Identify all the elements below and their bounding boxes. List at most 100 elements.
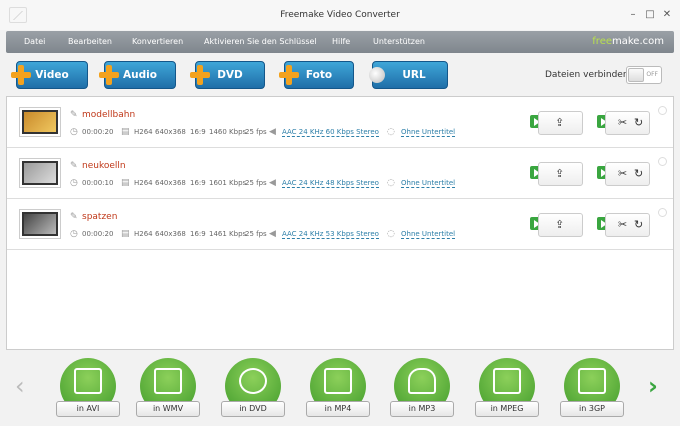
video-thumbnail [20, 159, 60, 187]
speaker-icon: ◀ [269, 127, 276, 137]
rotate-icon: ↻ [634, 218, 644, 231]
clock-icon: ◷ [70, 229, 78, 239]
video-bitrate: 1461 Kbps [209, 230, 247, 238]
menu-konvertieren[interactable]: Konvertieren [132, 37, 183, 46]
remove-row-icon[interactable] [658, 208, 667, 217]
tv-icon [493, 368, 521, 394]
pencil-icon[interactable]: ✎ [70, 212, 78, 222]
file-name[interactable]: spatzen [82, 212, 117, 222]
subtitle-icon: ◌ [387, 229, 395, 239]
file-row[interactable]: ✎ modellbahn ◷ 00:00:20 ▤ H264 640x368 1… [7, 97, 673, 148]
clock-icon: ◷ [70, 178, 78, 188]
brand-link[interactable]: freemake.com [592, 36, 664, 47]
video-thumbnail [20, 108, 60, 136]
film-icon: ▤ [121, 178, 130, 188]
subtitle-link[interactable]: Ohne Untertitel [401, 128, 456, 137]
scissors-icon: ✂ [618, 218, 628, 231]
maximize-button[interactable]: □ [643, 9, 657, 21]
file-row[interactable]: ✎ neukoelln ◷ 00:00:10 ▤ H264 640x368 16… [7, 148, 673, 199]
file-duration: 00:00:20 [82, 128, 114, 136]
video-fps: 25 fps [245, 128, 267, 136]
add-dvd-button[interactable]: DVD [190, 61, 265, 89]
scissors-icon: ✂ [618, 116, 628, 129]
video-bitrate: 1601 Kbps [209, 179, 247, 187]
add-foto-button[interactable]: Foto [279, 61, 354, 89]
video-fps: 25 fps [245, 179, 267, 187]
clock-icon: ◷ [70, 127, 78, 137]
remove-row-icon[interactable] [658, 106, 667, 115]
file-name[interactable]: neukoelln [82, 161, 126, 171]
toggle-state: OFF [646, 71, 658, 78]
video-fps: 25 fps [245, 230, 267, 238]
scroll-left-arrow-icon[interactable]: ‹ [15, 372, 25, 400]
format-3gp-button[interactable]: in 3GP [560, 358, 624, 417]
globe-icon [369, 67, 385, 83]
earphones-icon [408, 368, 436, 394]
audio-track-link[interactable]: AAC 24 KHz 48 Kbps Stereo [282, 179, 379, 188]
plus-icon [190, 65, 210, 85]
menu-unterstuetzen[interactable]: Unterstützen [373, 37, 425, 46]
scissors-icon: ✂ [618, 167, 628, 180]
menu-datei[interactable]: Datei [24, 37, 45, 46]
video-aspect: 16:9 [190, 179, 206, 187]
menu-hilfe[interactable]: Hilfe [332, 37, 350, 46]
edit-button[interactable]: ✂ ↻ [605, 111, 650, 135]
edit-button[interactable]: ✂ ↻ [605, 213, 650, 237]
film-icon: ▤ [121, 127, 130, 137]
add-audio-button[interactable]: Audio [99, 61, 176, 89]
format-avi-button[interactable]: in AVI [56, 358, 120, 417]
menu-bar: Datei Bearbeiten Konvertieren Aktivieren… [6, 31, 674, 53]
pencil-icon[interactable]: ✎ [70, 110, 78, 120]
audio-track-link[interactable]: AAC 24 KHz 60 Kbps Stereo [282, 128, 379, 137]
subtitle-link[interactable]: Ohne Untertitel [401, 179, 456, 188]
edit-button[interactable]: ✂ ↻ [605, 162, 650, 186]
format-mpeg-button[interactable]: in MPEG [475, 358, 539, 417]
file-duration: 00:00:10 [82, 179, 114, 187]
upload-button[interactable]: ⇪ [538, 111, 583, 135]
video-aspect: 16:9 [190, 230, 206, 238]
video-codec: H264 [134, 230, 153, 238]
remove-row-icon[interactable] [658, 157, 667, 166]
file-name[interactable]: modellbahn [82, 110, 135, 120]
add-url-button[interactable]: URL einfügen [369, 61, 448, 107]
video-aspect: 16:9 [190, 128, 206, 136]
join-files-label: Dateien verbinden [545, 70, 629, 80]
add-video-button[interactable]: Video [11, 61, 88, 89]
join-files-toggle[interactable]: OFF [626, 66, 662, 84]
audio-track-link[interactable]: AAC 24 KHz 53 Kbps Stereo [282, 230, 379, 239]
upload-icon: ⇪ [555, 116, 565, 129]
format-mp3-button[interactable]: in MP3 [390, 358, 454, 417]
video-player-icon [324, 368, 352, 394]
rotate-icon: ↻ [634, 167, 644, 180]
menu-bearbeiten[interactable]: Bearbeiten [68, 37, 112, 46]
upload-button[interactable]: ⇪ [538, 213, 583, 237]
upload-button[interactable]: ⇪ [538, 162, 583, 186]
menu-aktivieren[interactable]: Aktivieren Sie den Schlüssel [204, 37, 317, 46]
video-resolution: 640x368 [155, 179, 186, 187]
format-mp4-button[interactable]: in MP4 [306, 358, 370, 417]
format-bar: ‹ in AVI in WMV in DVD in MP4 in MP3 in … [0, 352, 680, 426]
clapper-icon [74, 368, 102, 394]
pencil-icon[interactable]: ✎ [70, 161, 78, 171]
rotate-icon: ↻ [634, 116, 644, 129]
subtitle-icon: ◌ [387, 127, 395, 137]
subtitle-icon: ◌ [387, 178, 395, 188]
file-duration: 00:00:20 [82, 230, 114, 238]
video-thumbnail [20, 210, 60, 238]
minimize-button[interactable]: – [626, 9, 640, 21]
disc-icon [239, 368, 267, 394]
plus-icon [279, 65, 299, 85]
subtitle-link[interactable]: Ohne Untertitel [401, 230, 456, 239]
phone-icon [578, 368, 606, 394]
file-list: ✎ modellbahn ◷ 00:00:20 ▤ H264 640x368 1… [6, 96, 674, 350]
format-dvd-button[interactable]: in DVD [221, 358, 285, 417]
close-button[interactable]: ✕ [660, 9, 674, 21]
scroll-right-arrow-icon[interactable]: › [648, 372, 658, 400]
format-wmv-button[interactable]: in WMV [136, 358, 200, 417]
video-codec: H264 [134, 179, 153, 187]
title-bar: Freemake Video Converter – □ ✕ [0, 0, 680, 30]
upload-icon: ⇪ [555, 218, 565, 231]
video-codec: H264 [134, 128, 153, 136]
film-icon: ▤ [121, 229, 130, 239]
file-row[interactable]: ✎ spatzen ◷ 00:00:20 ▤ H264 640x368 16:9… [7, 199, 673, 250]
